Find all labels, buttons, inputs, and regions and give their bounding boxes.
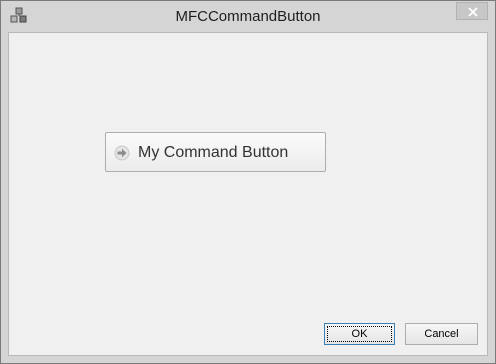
- cancel-button-label: Cancel: [424, 328, 459, 340]
- ok-button-label: OK: [351, 328, 368, 340]
- my-command-button[interactable]: My Command Button: [105, 132, 326, 172]
- cancel-button[interactable]: Cancel: [405, 323, 478, 345]
- dialog-window: MFCCommandButton My Command Button OK Ca…: [0, 0, 496, 364]
- close-button[interactable]: [456, 2, 488, 20]
- command-button-label: My Command Button: [138, 144, 289, 161]
- arrow-right-icon: [114, 145, 130, 161]
- dialog-client-area: My Command Button OK Cancel: [8, 32, 488, 356]
- close-icon: [468, 7, 478, 17]
- window-title: MFCCommandButton: [175, 8, 321, 25]
- ok-button[interactable]: OK: [324, 323, 395, 345]
- title-bar[interactable]: MFCCommandButton: [1, 1, 495, 32]
